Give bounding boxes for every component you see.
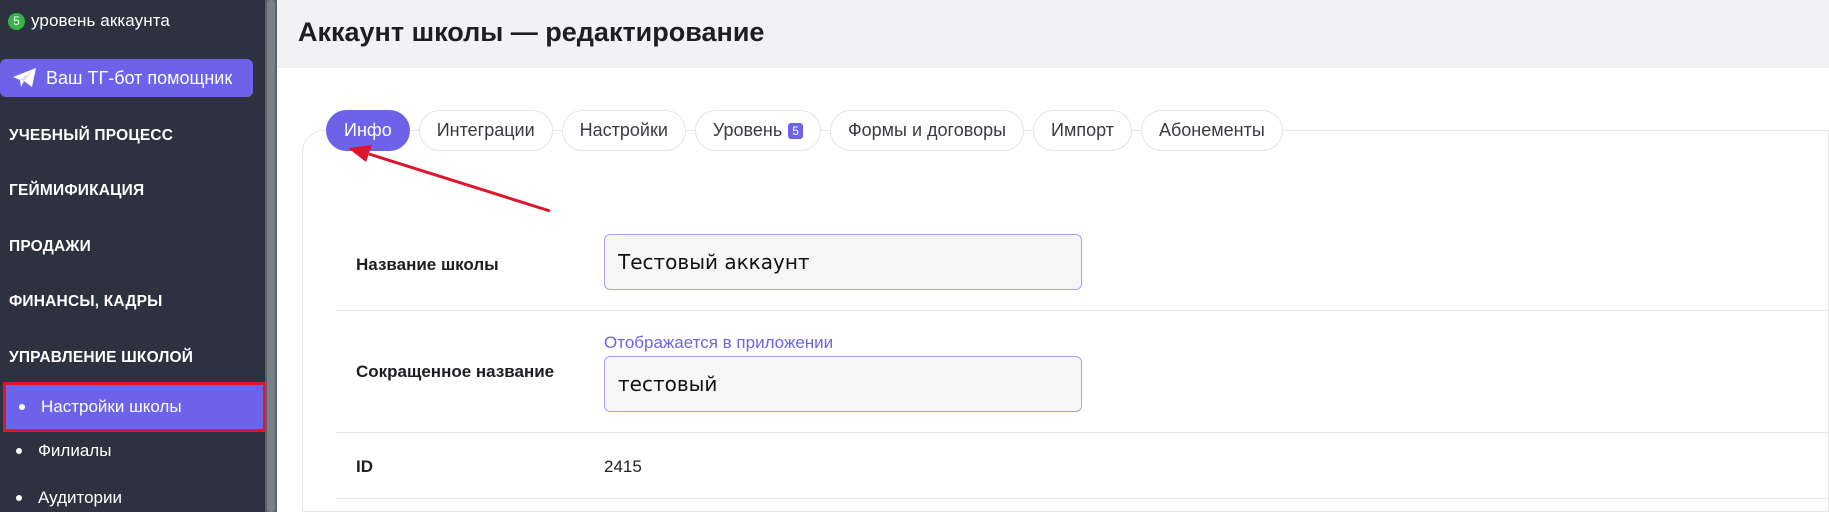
bullet-icon — [16, 448, 22, 454]
level-text: уровень аккаунта — [31, 11, 170, 30]
tg-bot-button[interactable]: Ваш ТГ-бот помощник — [0, 59, 253, 97]
menu-section-school-management[interactable]: УПРАВЛЕНИЕ ШКОЛОЙ — [9, 349, 193, 367]
id-label: ID — [356, 457, 373, 476]
sidebar-item-label: Аудитории — [38, 488, 122, 507]
menu-section-learning[interactable]: УЧЕБНЫЙ ПРОЦЕСС — [9, 127, 173, 145]
short-name-row: Сокращенное название Отображается в прил… — [336, 311, 1829, 433]
short-name-label: Сокращенное название — [356, 362, 555, 381]
tab-settings[interactable]: Настройки — [561, 110, 686, 151]
sidebar-item-label: Настройки школы — [41, 397, 182, 416]
bullet-icon — [16, 495, 22, 501]
id-value: 2415 — [604, 457, 642, 476]
bullet-icon — [19, 404, 25, 410]
tab-label: Формы и договоры — [847, 120, 1007, 140]
sidebar-item-classrooms[interactable]: Аудитории — [0, 475, 265, 512]
menu-section-sales[interactable]: ПРОДАЖИ — [9, 238, 91, 256]
page-title: Аккаунт школы — редактирование — [298, 17, 765, 47]
tab-label: Интеграции — [436, 120, 535, 140]
tab-label: Настройки — [579, 120, 668, 140]
tab-import[interactable]: Импорт — [1033, 110, 1132, 151]
school-name-label: Название школы — [356, 255, 499, 274]
tg-bot-label: Ваш ТГ-бот помощник — [46, 67, 233, 88]
settings-tabs: Инфо Интеграции Настройки Уровень 5 Формы… — [326, 110, 1283, 151]
sidebar-scrollbar-thumb[interactable] — [267, 0, 275, 512]
short-name-hint: Отображается в приложении — [604, 333, 834, 352]
tab-info[interactable]: Инфо — [326, 110, 410, 151]
menu-section-gamification[interactable]: ГЕЙМИФИКАЦИЯ — [9, 182, 144, 200]
tab-level-count: 5 — [788, 122, 803, 139]
school-name-input[interactable] — [604, 234, 1082, 290]
school-name-row: Название школы — [336, 228, 1829, 311]
tab-label: Абонементы — [1158, 120, 1265, 140]
sidebar-item-branches[interactable]: Филиалы — [0, 428, 265, 474]
short-name-input[interactable] — [604, 356, 1082, 412]
tab-level[interactable]: Уровень 5 — [694, 110, 821, 151]
main-content: Аккаунт школы — редактирование Инфо Инте… — [277, 0, 1829, 512]
tab-integrations[interactable]: Интеграции — [418, 110, 553, 151]
account-level[interactable]: 5 уровень аккаунта — [8, 11, 170, 31]
tab-subscriptions[interactable]: Абонементы — [1140, 110, 1283, 151]
tab-forms-contracts[interactable]: Формы и договоры — [829, 110, 1025, 151]
sidebar: 5 уровень аккаунта Ваш ТГ-бот помощник У… — [0, 0, 265, 512]
tab-label: Уровень — [712, 120, 783, 140]
tab-label: Инфо — [344, 120, 392, 140]
menu-section-finance[interactable]: ФИНАНСЫ, КАДРЫ — [9, 293, 163, 311]
page-header: Аккаунт школы — редактирование — [277, 0, 1829, 68]
sidebar-item-school-settings[interactable]: Настройки школы — [3, 382, 265, 432]
telegram-plane-icon — [13, 68, 36, 87]
level-badge: 5 — [8, 12, 25, 30]
id-row: ID 2415 — [336, 433, 1829, 499]
tab-label: Импорт — [1051, 120, 1114, 140]
sidebar-item-label: Филиалы — [38, 441, 112, 460]
